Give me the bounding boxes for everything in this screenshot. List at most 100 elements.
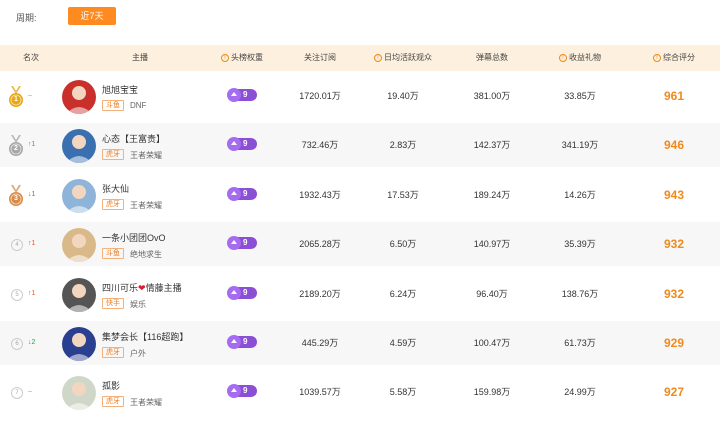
weight-value: 9: [243, 238, 248, 248]
streamer-name[interactable]: 旭旭宝宝: [102, 83, 138, 96]
rank-trend: –: [28, 388, 32, 396]
weight-badge: 9: [227, 186, 257, 201]
info-icon[interactable]: !: [559, 53, 567, 62]
table-row[interactable]: 4 ↑1 一条小团团OvO 斗鱼 绝地求生 9 2065.28万 6.50万 140.97万 35…: [0, 222, 720, 267]
table-row[interactable]: 2 ↑1 心态【王富贵】 虎牙 王者荣耀 9 732.46万 2.83万 142.37万 341.…: [0, 123, 720, 168]
table-row[interactable]: 1– 旭旭宝宝 斗鱼 DNF 9 1720.01万 19.40万 381.00万 33.85万 9…: [0, 74, 720, 118]
col-weight-label: 头榜权重: [231, 53, 263, 62]
gift-income-value: 33.85万: [564, 91, 596, 101]
weight-badge: 9: [227, 335, 257, 349]
rank-cell: 5 ↑1: [8, 272, 48, 316]
avatar[interactable]: [62, 129, 96, 164]
score-value: 932: [663, 237, 685, 252]
streamer-name-part: 情藤主播: [145, 282, 182, 293]
score-value: 932: [663, 286, 685, 301]
heart-icon: ❤: [138, 282, 146, 293]
daily-active-value: 5.58万: [389, 387, 417, 398]
followers-value: 1932.43万: [299, 189, 341, 200]
platform-badge: 虎牙: [102, 198, 124, 210]
col-gift-income[interactable]: ! 收益礼物: [550, 45, 610, 71]
rank-trend: ↓2: [28, 339, 36, 346]
rank-number: 5: [11, 288, 23, 301]
streamer-name[interactable]: 张大仙: [102, 182, 129, 195]
daily-active-value: 6.24万: [389, 288, 417, 299]
followers-value: 445.29万: [301, 338, 339, 348]
col-score[interactable]: ! 综合评分: [644, 45, 704, 71]
info-icon[interactable]: !: [374, 53, 382, 62]
rank-trend: –: [28, 92, 32, 99]
silver-medal-icon: 2: [8, 135, 24, 157]
gift-income-value: 138.76万: [561, 288, 599, 299]
rank-cell: 1–: [8, 74, 48, 118]
streamer-name[interactable]: 集梦会长【116超跑】: [102, 330, 188, 343]
weight-value: 9: [243, 188, 248, 198]
score-value: 943: [663, 187, 685, 202]
streamer-name[interactable]: 四川可乐❤情藤主播: [102, 281, 182, 294]
weight-value: 9: [243, 337, 248, 346]
platform-badge: 虎牙: [102, 149, 124, 161]
streamer-name[interactable]: 一条小团团OvO: [102, 231, 166, 244]
rank-cell: 4 ↑1: [8, 222, 48, 266]
col-rank: 名次: [23, 53, 39, 62]
platform-badge: 虎牙: [102, 396, 124, 408]
rank-number: 1: [14, 96, 18, 103]
bronze-medal-icon: 3: [8, 184, 24, 207]
avatar[interactable]: [62, 327, 96, 361]
rank-trend: ↓1: [28, 190, 36, 198]
table-row[interactable]: 7– 孤影 虎牙 王者荣耀 9 1039.57万 5.58万 159.98万 24.99万 927: [0, 370, 720, 415]
weight-badge: 9: [227, 384, 257, 399]
platform-badge: 斗鱼: [102, 248, 124, 260]
table-row[interactable]: 3 ↓1 张大仙虎牙 王者荣耀 9 1932.43万 17.53万 189.24万 14.26万…: [0, 172, 720, 217]
col-daily-active-label: 日均活跃观众: [384, 53, 432, 62]
rank-number: 4: [11, 239, 23, 252]
avatar[interactable]: [62, 376, 96, 411]
avatar[interactable]: [62, 80, 96, 114]
gift-income-value: 61.73万: [564, 338, 596, 348]
weight-badge: 9: [227, 88, 257, 102]
table-header: 名次 主播 ! 头榜权重 关注订阅 ! 日均活跃观众 弹幕总数 ! 收益礼物 ! 综合评…: [0, 45, 720, 71]
danmaku-value: 381.00万: [473, 91, 511, 101]
weight-value: 9: [243, 139, 248, 149]
gift-income-value: 14.26万: [564, 189, 596, 200]
daily-active-value: 17.53万: [387, 189, 419, 200]
weight-badge: 9: [227, 285, 257, 300]
streamer-name[interactable]: 心态【王富贵】: [102, 132, 165, 145]
col-score-label: 综合评分: [663, 53, 695, 62]
daily-active-value: 2.83万: [389, 140, 417, 151]
info-icon[interactable]: !: [653, 53, 661, 62]
period-label: 周期:: [16, 13, 37, 23]
rank-number: 7: [11, 387, 23, 400]
rank-cell: 3 ↓1: [8, 173, 48, 217]
avatar[interactable]: [62, 178, 96, 213]
table-row[interactable]: 5 ↑1 四川可乐❤情藤主播 快手 娱乐 9 2189.20万 6.24万 96.40万 138.…: [0, 271, 720, 316]
col-weight[interactable]: ! 头榜权重: [212, 45, 272, 71]
avatar[interactable]: [62, 277, 96, 312]
danmaku-value: 189.24万: [473, 189, 511, 200]
platform-badge: 斗鱼: [102, 100, 124, 111]
category-label: 王者荣耀: [130, 200, 162, 210]
rank-number: 2: [14, 145, 18, 153]
table-row[interactable]: 6 ↓2 集梦会长【116超跑】 虎牙 户外 9 445.29万 4.59万 100.47万 61…: [0, 321, 720, 365]
info-icon[interactable]: !: [221, 53, 229, 62]
rank-cell: 7–: [8, 370, 48, 414]
period-7days-button[interactable]: 近7天: [68, 7, 116, 25]
col-gift-income-label: 收益礼物: [569, 53, 601, 62]
gold-medal-icon: 1: [8, 86, 24, 108]
col-daily-active[interactable]: ! 日均活跃观众: [368, 45, 438, 71]
rank-trend: ↑1: [28, 289, 36, 297]
score-value: 946: [663, 138, 685, 153]
avatar[interactable]: [62, 228, 96, 263]
danmaku-value: 142.37万: [473, 140, 511, 151]
category-label: 王者荣耀: [130, 398, 162, 408]
weight-value: 9: [243, 90, 248, 99]
followers-value: 732.46万: [301, 140, 339, 151]
streamer-name[interactable]: 孤影: [102, 379, 120, 392]
daily-active-value: 4.59万: [389, 338, 417, 348]
rank-cell: 2 ↑1: [8, 123, 48, 167]
category-label: 王者荣耀: [130, 151, 162, 161]
weight-value: 9: [243, 287, 248, 297]
danmaku-value: 100.47万: [473, 338, 511, 348]
col-followers: 关注订阅: [304, 53, 336, 62]
score-value: 927: [663, 385, 685, 400]
rank-trend: ↑1: [28, 240, 36, 248]
